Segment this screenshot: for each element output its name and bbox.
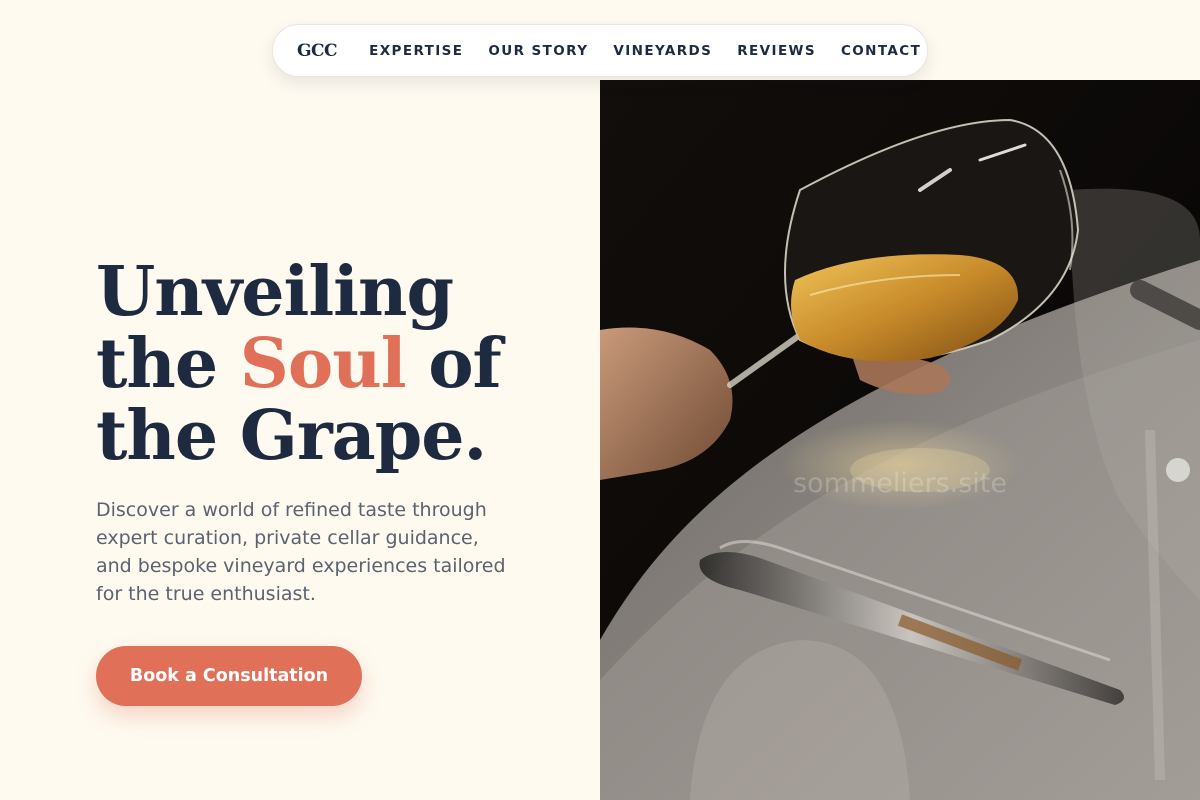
hero-title: Unveiling the Soul of the Grape. bbox=[96, 256, 576, 472]
hero-description: Discover a world of refined taste throug… bbox=[96, 499, 506, 605]
nav-link-expertise[interactable]: EXPERTISE bbox=[369, 43, 463, 59]
wine-tasting-photo bbox=[600, 80, 1200, 800]
nav-link-vineyards[interactable]: VINEYARDS bbox=[613, 43, 712, 59]
hero-title-line-2-pre: the bbox=[96, 324, 240, 404]
logo[interactable]: GCC bbox=[297, 41, 338, 61]
hero-title-line-2-post: of bbox=[405, 324, 502, 404]
hero-title-accent: Soul bbox=[239, 324, 407, 404]
nav-link-contact[interactable]: CONTACT bbox=[841, 43, 921, 59]
nav-link-our-story[interactable]: OUR STORY bbox=[488, 43, 588, 59]
nav-link-reviews[interactable]: REVIEWS bbox=[737, 43, 816, 59]
book-consultation-button[interactable]: Book a Consultation bbox=[96, 646, 362, 706]
nav-links: EXPERTISE OUR STORY VINEYARDS REVIEWS CO… bbox=[369, 43, 921, 59]
main-navigation: GCC EXPERTISE OUR STORY VINEYARDS REVIEW… bbox=[272, 24, 928, 77]
hero-title-line-3: the Grape. bbox=[96, 396, 487, 476]
hero-image bbox=[600, 80, 1200, 800]
hero-title-line-1: Unveiling bbox=[96, 252, 454, 332]
hero-section: Unveiling the Soul of the Grape. Discove… bbox=[96, 256, 576, 608]
